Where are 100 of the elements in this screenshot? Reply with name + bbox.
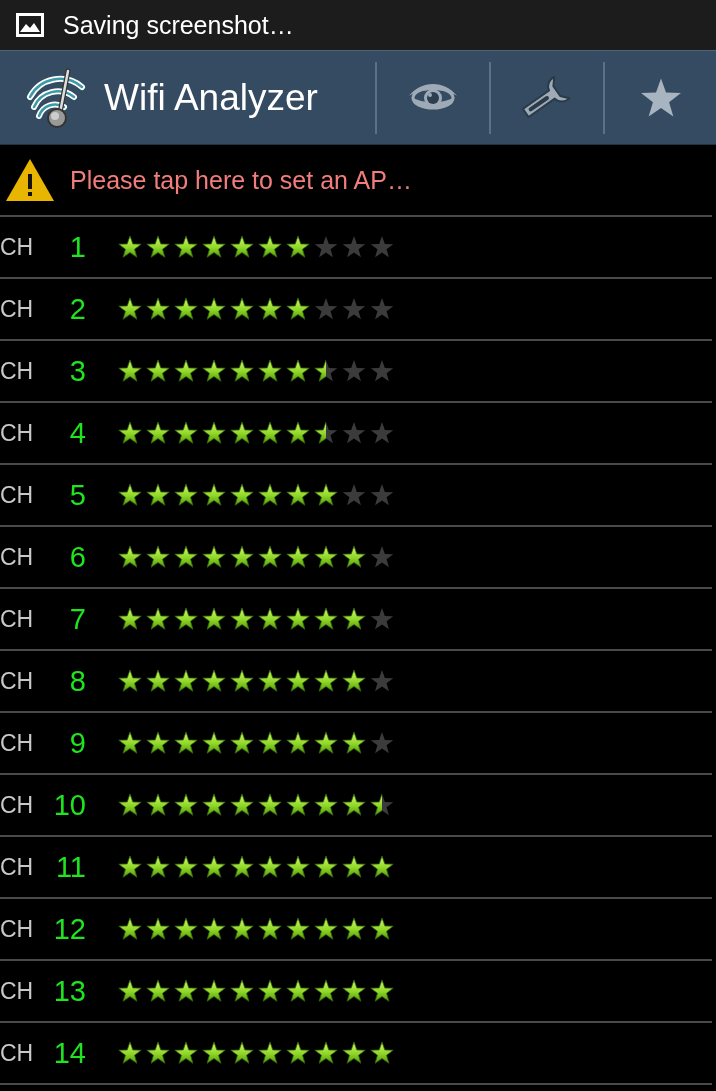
star-icon [258, 607, 282, 631]
star-icon [118, 235, 142, 259]
channel-number: 11 [54, 852, 86, 882]
star-icon [314, 793, 338, 817]
star-icon [342, 359, 366, 383]
star-icon [118, 545, 142, 569]
warning-icon [5, 158, 55, 202]
star-icon [174, 421, 198, 445]
channel-number: 4 [68, 418, 86, 448]
star-icon [342, 855, 366, 879]
star-icon [118, 421, 142, 445]
star-icon [342, 421, 366, 445]
star-icon [118, 1041, 142, 1065]
star-icon [314, 483, 338, 507]
star-icon [146, 793, 170, 817]
channel-label: CH [0, 855, 35, 879]
star-icon [146, 607, 170, 631]
channel-label: CH [0, 731, 35, 755]
star-icon [230, 359, 254, 383]
channel-number: 5 [68, 480, 86, 510]
star-icon [286, 731, 310, 755]
star-icon [146, 917, 170, 941]
star-icon [342, 235, 366, 259]
notification-text: Saving screenshot… [63, 12, 294, 38]
star-icon [286, 855, 310, 879]
star-icon [342, 669, 366, 693]
star-icon [118, 297, 142, 321]
star-icon [342, 297, 366, 321]
star-icon [370, 917, 394, 941]
star-icon [202, 855, 226, 879]
star-icon [202, 669, 226, 693]
star-icon [202, 235, 226, 259]
star-icon [370, 607, 394, 631]
star-icon [118, 607, 142, 631]
star-icon [286, 359, 310, 383]
star-icon [286, 917, 310, 941]
star-icon [174, 1041, 198, 1065]
star-icon [370, 1041, 394, 1065]
star-icon [202, 1041, 226, 1065]
star-icon [314, 669, 338, 693]
star-icon [286, 669, 310, 693]
star-icon [314, 607, 338, 631]
star-icon [342, 731, 366, 755]
star-icon [286, 235, 310, 259]
star-icon [258, 1041, 282, 1065]
set-ap-prompt[interactable]: Please tap here to set an AP… [70, 167, 412, 193]
star-icon [258, 297, 282, 321]
star-icon [258, 731, 282, 755]
channel-label: CH [0, 359, 35, 383]
star-icon [258, 669, 282, 693]
star-icon [118, 483, 142, 507]
star-icon [174, 545, 198, 569]
channel-label: CH [0, 793, 35, 817]
star-icon [146, 483, 170, 507]
star-icon [202, 917, 226, 941]
star-icon [286, 483, 310, 507]
channel-label: CH [0, 669, 35, 693]
star-icon [314, 297, 338, 321]
channel-number: 14 [52, 1038, 86, 1068]
star-icon [230, 917, 254, 941]
star-icon [286, 979, 310, 1003]
wifi-antenna-icon [24, 66, 86, 129]
star-icon [258, 855, 282, 879]
star-icon [174, 483, 198, 507]
star-icon [342, 1041, 366, 1065]
star-icon [314, 545, 338, 569]
star-icon [370, 979, 394, 1003]
star-icon [286, 297, 310, 321]
star-icon [118, 793, 142, 817]
star-icon [258, 545, 282, 569]
star-icon [174, 235, 198, 259]
star-icon [230, 421, 254, 445]
star-icon [370, 297, 394, 321]
channel-number: 9 [68, 728, 86, 758]
star-icon [174, 359, 198, 383]
star-icon [230, 235, 254, 259]
star-icon [370, 235, 394, 259]
star-icon [286, 1041, 310, 1065]
star-icon [202, 979, 226, 1003]
star-icon [146, 731, 170, 755]
channel-label: CH [0, 917, 35, 941]
star-icon [314, 1041, 338, 1065]
star-icon [118, 855, 142, 879]
star-icon [230, 483, 254, 507]
star-icon [314, 421, 338, 445]
star-icon [174, 793, 198, 817]
channel-number: 3 [68, 356, 86, 386]
image-icon [16, 13, 44, 37]
star-icon [258, 421, 282, 445]
star-icon [230, 669, 254, 693]
star-icon [230, 1041, 254, 1065]
star-icon [230, 979, 254, 1003]
star-icon [174, 917, 198, 941]
channel-label: CH [0, 1041, 35, 1065]
star-icon [146, 297, 170, 321]
star-icon [202, 359, 226, 383]
star-icon [314, 855, 338, 879]
star-icon [370, 421, 394, 445]
star-icon [146, 669, 170, 693]
star-icon [286, 793, 310, 817]
